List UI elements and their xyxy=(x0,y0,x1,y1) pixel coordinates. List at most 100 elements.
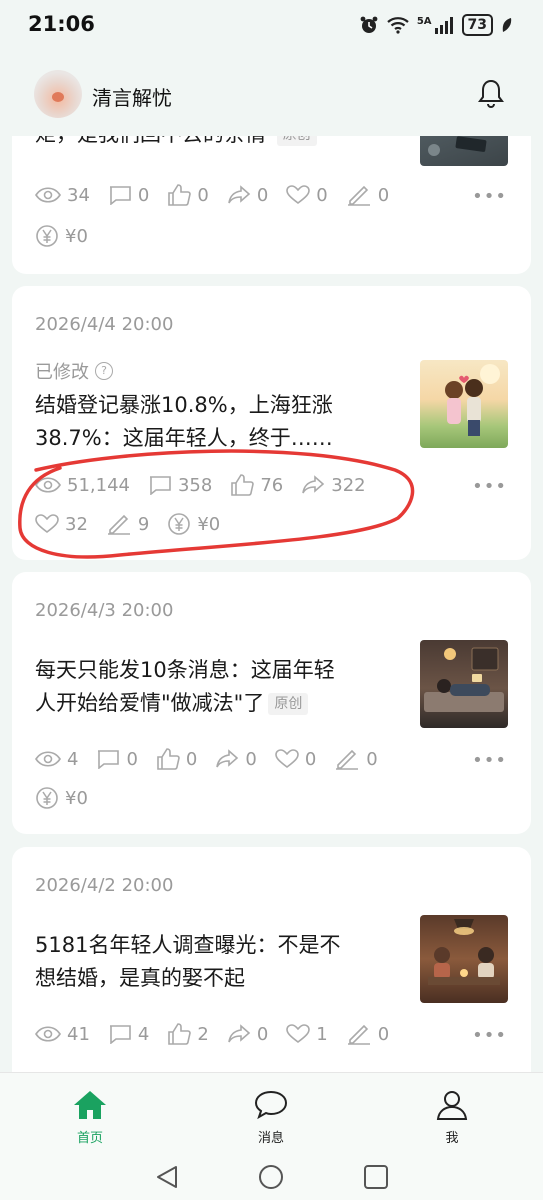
favorites-count: 0 xyxy=(316,184,328,206)
thumbs-up-icon xyxy=(168,1023,192,1045)
favorites-stat: 32 xyxy=(35,514,88,535)
heart-icon xyxy=(286,1024,311,1044)
comments-count: 358 xyxy=(177,474,213,496)
post-date: 2026/4/4 20:00 xyxy=(35,314,174,335)
thumbs-up-icon xyxy=(157,748,180,770)
eye-icon xyxy=(35,1026,61,1042)
shares-stat: 0 xyxy=(215,749,257,770)
battery-indicator: 73 xyxy=(461,14,493,36)
modified-indicator: 已修改 ? xyxy=(35,358,113,384)
alarm-icon xyxy=(360,16,378,33)
more-options-icon[interactable]: ••• xyxy=(472,1025,507,1046)
edits-count: 0 xyxy=(366,748,378,770)
share-icon xyxy=(228,185,251,204)
edits-stat: 0 xyxy=(346,184,389,206)
more-options-icon[interactable]: ••• xyxy=(472,186,507,207)
edits-count: 0 xyxy=(377,1023,390,1045)
nav-me-label: 我 xyxy=(445,1131,459,1146)
favorites-count: 1 xyxy=(316,1023,328,1045)
nav-home[interactable]: 首页 xyxy=(45,1089,135,1146)
views-stat: 51,144 xyxy=(35,475,130,496)
comments-count: 0 xyxy=(126,748,138,770)
likes-count: 76 xyxy=(260,474,284,496)
earnings-stat: ¥0 xyxy=(35,224,88,248)
post-card[interactable]: 2026/4/4 20:00 已修改 ? 结婚登记暴涨10.8%，上海狂涨 38… xyxy=(12,286,531,560)
nav-messages-label: 消息 xyxy=(257,1131,284,1146)
share-icon xyxy=(302,475,325,494)
post-date: 2026/4/3 20:00 xyxy=(35,600,174,621)
post-card[interactable]: 2026/4/3 20:00 每天只能发10条消息：这届年轻 人开始给爱情"做减… xyxy=(12,572,531,834)
edits-stat: 0 xyxy=(334,748,378,770)
shares-count: 0 xyxy=(256,184,269,206)
back-icon[interactable] xyxy=(154,1164,180,1190)
stats-row: 51,144 358 76 322 xyxy=(35,474,384,496)
more-options-icon[interactable]: ••• xyxy=(472,750,507,771)
thumbs-up-icon xyxy=(168,184,192,206)
eye-icon xyxy=(35,751,61,767)
post-card[interactable]: 矩，是我们回不去的亲情 原创 34 0 0 0 0 0 ••• ¥0 xyxy=(12,136,531,274)
comments-stat: 0 xyxy=(96,748,138,770)
original-badge: 原创 xyxy=(268,693,309,715)
share-icon xyxy=(216,749,239,768)
comment-icon xyxy=(98,750,120,769)
nav-messages[interactable]: 消息 xyxy=(226,1089,316,1146)
likes-stat: 76 xyxy=(230,474,283,496)
share-icon xyxy=(228,1024,251,1043)
favorites-stat: 0 xyxy=(275,749,316,770)
bell-icon[interactable] xyxy=(477,78,505,110)
views-count: 51,144 xyxy=(67,474,130,496)
stats-row: 41 4 2 0 1 0 xyxy=(35,1023,407,1045)
comment-icon xyxy=(109,186,131,205)
wifi-icon xyxy=(387,17,409,34)
more-options-icon[interactable]: ••• xyxy=(472,476,507,497)
edits-stat: 0 xyxy=(346,1023,389,1045)
heart-icon xyxy=(275,749,299,769)
leaf-icon xyxy=(502,18,512,32)
views-stat: 4 xyxy=(35,749,78,770)
eye-icon xyxy=(35,477,61,493)
yuan-icon xyxy=(36,225,58,247)
views-count: 34 xyxy=(67,184,90,206)
stats-row-secondary: 32 9 ¥0 xyxy=(35,512,238,536)
comments-stat: 0 xyxy=(108,185,149,206)
post-title: 每天只能发10条消息：这届年轻 人开始给爱情"做减法"了 原创 xyxy=(35,654,405,720)
modified-label: 已修改 xyxy=(35,362,89,383)
earnings-row: ¥0 xyxy=(35,786,106,810)
edits-stat: 9 xyxy=(106,513,149,535)
likes-count: 2 xyxy=(197,1023,209,1045)
comments-stat: 4 xyxy=(108,1024,149,1045)
heart-icon xyxy=(35,514,59,534)
shares-stat: 0 xyxy=(227,1024,268,1045)
system-nav-bar xyxy=(0,1152,543,1200)
post-title-text: 矩，是我们回不去的亲情 xyxy=(35,136,266,146)
avatar[interactable] xyxy=(34,70,82,118)
help-icon[interactable]: ? xyxy=(95,362,113,380)
favorites-stat: 1 xyxy=(286,1023,328,1045)
post-title-line: 想结婚，是真的娶不起 xyxy=(35,966,245,990)
post-thumbnail xyxy=(420,136,508,166)
favorites-count: 32 xyxy=(65,513,88,535)
yuan-icon xyxy=(36,787,58,809)
pen-icon xyxy=(336,749,359,770)
shares-count: 0 xyxy=(256,1023,269,1045)
yuan-icon xyxy=(168,513,191,535)
home-circle-icon[interactable] xyxy=(258,1164,284,1190)
signal-icon xyxy=(434,17,453,34)
edits-count: 0 xyxy=(377,184,390,206)
comments-count: 4 xyxy=(137,1023,150,1045)
post-card[interactable]: 2026/4/2 20:00 5181名年轻人调查曝光：不是不 想结婚，是真的娶… xyxy=(12,847,531,1072)
likes-count: 0 xyxy=(197,184,209,206)
network-type-label: 5A xyxy=(416,15,432,27)
likes-stat: 0 xyxy=(167,184,209,206)
comments-stat: 358 xyxy=(148,475,212,496)
earnings-stat: ¥0 xyxy=(35,786,88,810)
recents-icon[interactable] xyxy=(363,1164,389,1190)
home-icon xyxy=(74,1091,106,1119)
pen-icon xyxy=(107,514,130,535)
heart-icon xyxy=(286,185,311,205)
status-bar: 21:06 5A 73 xyxy=(0,0,543,52)
comment-icon xyxy=(149,476,171,495)
post-title-line: 结婚登记暴涨10.8%，上海狂涨 xyxy=(35,393,333,417)
earnings-amount: ¥0 xyxy=(65,225,88,247)
nav-me[interactable]: 我 xyxy=(407,1089,497,1146)
